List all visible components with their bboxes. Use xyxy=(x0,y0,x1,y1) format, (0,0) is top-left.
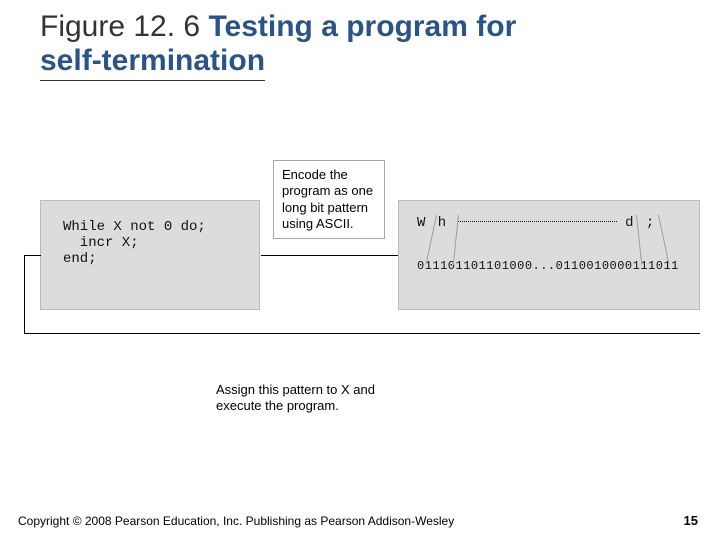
figure-title-line2: self-termination xyxy=(40,44,265,81)
connector-line xyxy=(24,255,25,333)
bit-pattern: 011101101101000...0110010000111011 xyxy=(417,259,699,273)
connector-line xyxy=(261,255,398,256)
diagram-area: While X not 0 do; incr X; end; Encode th… xyxy=(18,160,702,370)
ascii-suffix: d ; xyxy=(625,215,656,231)
encoded-bits-box: W h d ; 011101101101000...01100100001110… xyxy=(398,200,700,310)
ascii-dots xyxy=(457,221,617,222)
connector-line xyxy=(24,333,700,334)
page-number: 15 xyxy=(684,513,698,528)
ascii-row: W h d ; xyxy=(417,213,699,231)
figure-title-line1: Testing a program for xyxy=(208,10,516,43)
slide: Figure 12. 6 Testing a program for self-… xyxy=(0,0,720,540)
encode-label: Encode the program as one long bit patte… xyxy=(273,160,385,239)
assign-label: Assign this pattern to X and execute the… xyxy=(208,376,408,421)
program-code: While X not 0 do; incr X; end; xyxy=(41,201,259,267)
figure-title: Figure 12. 6 Testing a program for self-… xyxy=(40,10,680,81)
figure-label: Figure 12. 6 xyxy=(40,10,208,43)
connector-line xyxy=(24,255,41,256)
copyright-footer: Copyright © 2008 Pearson Education, Inc.… xyxy=(18,514,454,528)
program-code-box: While X not 0 do; incr X; end; xyxy=(40,200,260,310)
